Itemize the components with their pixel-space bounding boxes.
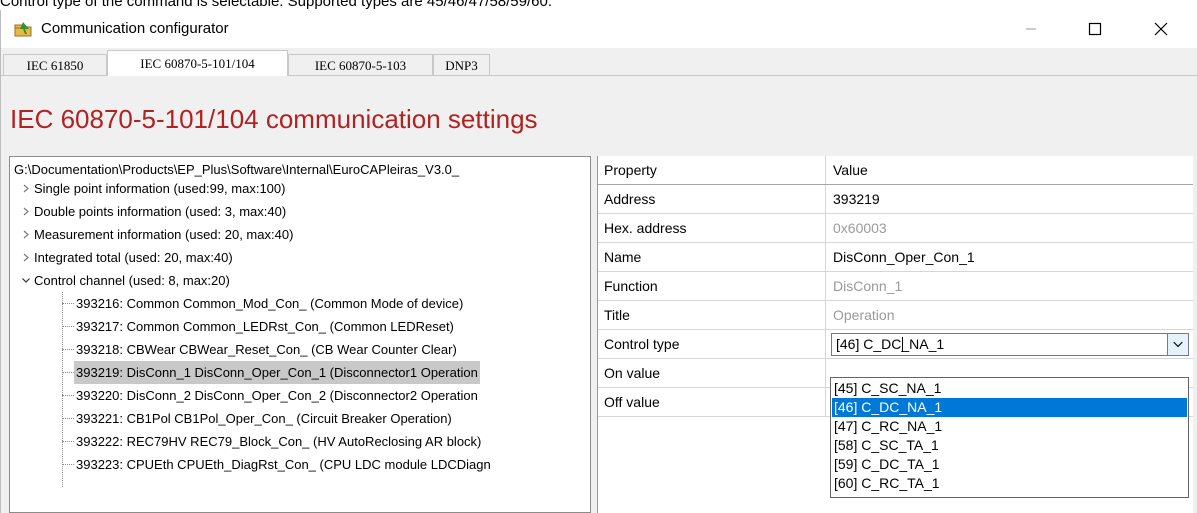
tree-leaf-label: 393221: CB1Pol CB1Pol_Oper_Con_ (Circuit… — [76, 411, 452, 426]
property-name: On value — [598, 359, 826, 387]
title-bar: Communication configurator — [1, 10, 1197, 48]
tree-leaf-label: 393219: DisConn_1 DisConn_Oper_Con_1 (Di… — [74, 361, 480, 384]
tab-dnp3[interactable]: DNP3 — [433, 54, 490, 75]
property-value: Operation — [833, 307, 895, 323]
dropdown-option[interactable]: [58] C_SC_TA_1 — [832, 436, 1187, 455]
dropdown-option-selected[interactable]: [46] C_DC_NA_1 — [832, 398, 1187, 417]
property-name: Name — [598, 243, 826, 271]
chevron-right-icon[interactable] — [20, 246, 32, 269]
page-title: IEC 60870-5-101/104 communication settin… — [10, 104, 538, 134]
communication-configurator-window: Communication configurator IEC 61850 IEC… — [0, 10, 1197, 513]
chevron-right-icon[interactable] — [20, 200, 32, 223]
tree-connector — [62, 292, 63, 487]
value-column-header[interactable]: Value — [833, 156, 1188, 184]
property-column-header[interactable]: Property — [598, 156, 826, 184]
tree-leaf-label: 393218: CBWear CBWear_Reset_Con_ (CB Wea… — [76, 342, 457, 357]
close-button[interactable] — [1138, 10, 1184, 48]
tab-iec-61850[interactable]: IEC 61850 — [3, 54, 107, 75]
document-caption: Control type of the command is selectabl… — [0, 0, 553, 10]
tree-node-label: Single point information (used:99, max:1… — [34, 181, 286, 196]
dropdown-option[interactable]: [59] C_DC_TA_1 — [832, 455, 1187, 474]
minimize-button[interactable] — [1008, 10, 1054, 48]
tab-iec-60870-5-101-104[interactable]: IEC 60870-5-101/104 — [107, 50, 288, 76]
control-type-combobox[interactable]: [46] C_DC_NA_1 — [831, 333, 1189, 356]
property-value: DisConn_1 — [833, 278, 903, 294]
tree-leaf-label: 393216: Common Common_Mod_Con_ (Common M… — [76, 296, 464, 311]
chevron-right-icon[interactable] — [20, 177, 32, 200]
tree-leaf-label: 393222: REC79HV REC79_Block_Con_ (HV Aut… — [76, 434, 482, 449]
property-name: Hex. address — [598, 214, 826, 242]
property-row-address[interactable]: Address 393219 — [598, 185, 1193, 214]
property-name: Address — [598, 185, 826, 213]
property-value[interactable]: 393219 — [833, 185, 1188, 213]
control-type-dropdown-list[interactable]: [45] C_SC_NA_1 [46] C_DC_NA_1 [47] C_RC_… — [830, 377, 1189, 498]
property-value[interactable]: DisConn_Oper_Con_1 — [833, 243, 1188, 271]
property-row-function[interactable]: Function DisConn_1 — [598, 272, 1193, 301]
dropdown-option[interactable]: [60] C_RC_TA_1 — [832, 474, 1187, 493]
property-name: Control type — [598, 330, 826, 358]
control-type-value[interactable]: [46] C_DC_NA_1 — [836, 334, 944, 355]
tree-leaf-label: 393217: Common Common_LEDRst_Con_ (Commo… — [76, 319, 454, 334]
property-name: Function — [598, 272, 826, 300]
property-row-name[interactable]: Name DisConn_Oper_Con_1 — [598, 243, 1193, 272]
property-grid-header: Property Value — [598, 156, 1193, 185]
property-row-hex-address[interactable]: Hex. address 0x60003 — [598, 214, 1193, 243]
window-title: Communication configurator — [41, 20, 229, 37]
chevron-right-icon[interactable] — [20, 223, 32, 246]
property-name: Title — [598, 301, 826, 329]
tree-node-label: Integrated total (used: 20, max:40) — [34, 250, 233, 265]
tree-root-path[interactable]: G:\Documentation\Products\EP_Plus\Softwa… — [14, 161, 590, 178]
tree-leaf-label: 393220: DisConn_2 DisConn_Oper_Con_2 (Di… — [76, 388, 478, 403]
property-value: 0x60003 — [833, 220, 887, 236]
text-caret — [902, 337, 903, 352]
dropdown-option[interactable]: [47] C_RC_NA_1 — [832, 417, 1187, 436]
tab-strip: IEC 61850 IEC 60870-5-101/104 IEC 60870-… — [1, 50, 1197, 76]
configurator-icon — [14, 22, 32, 37]
maximize-button[interactable] — [1072, 10, 1118, 48]
property-row-title[interactable]: Title Operation — [598, 301, 1193, 330]
data-point-tree[interactable]: G:\Documentation\Products\EP_Plus\Softwa… — [9, 156, 591, 513]
property-row-control-type[interactable]: Control type [46] C_DC_NA_1 — [598, 330, 1193, 359]
chevron-down-icon[interactable] — [1167, 334, 1188, 355]
dropdown-option[interactable]: [45] C_SC_NA_1 — [832, 379, 1187, 398]
chevron-down-icon[interactable] — [20, 269, 32, 292]
property-name: Off value — [598, 388, 826, 416]
tree-node-label: Control channel (used: 8, max:20) — [34, 273, 230, 288]
tree-leaf-label: 393223: CPUEth CPUEth_DiagRst_Con_ (CPU … — [76, 457, 491, 472]
tab-iec-60870-5-103[interactable]: IEC 60870-5-103 — [288, 54, 433, 75]
tree-node-label: Measurement information (used: 20, max:4… — [34, 227, 294, 242]
tree-node-label: Double points information (used: 3, max:… — [34, 204, 287, 219]
